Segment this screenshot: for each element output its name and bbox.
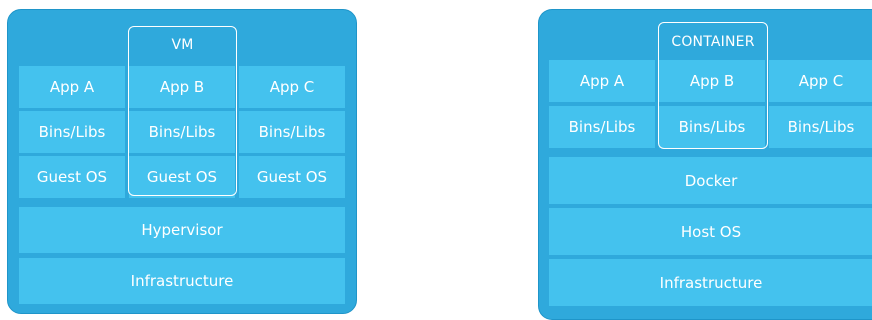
ct-infrastructure-layer: Infrastructure <box>549 259 872 306</box>
vm-hypervisor-layer: Hypervisor <box>19 207 345 253</box>
vm-libs-a: Bins/Libs <box>19 111 125 153</box>
ct-app-a: App A <box>549 60 655 102</box>
container-architecture-panel: App A App B App C Bins/Libs Bins/Libs Bi… <box>538 9 872 320</box>
container-highlight-label: CONTAINER <box>671 34 755 50</box>
ct-libs-a: Bins/Libs <box>549 106 655 148</box>
ct-app-c: App C <box>769 60 872 102</box>
vm-guest-os-a: Guest OS <box>19 156 125 198</box>
vm-guest-os-c: Guest OS <box>239 156 345 198</box>
vm-app-c: App C <box>239 66 345 108</box>
vm-libs-c: Bins/Libs <box>239 111 345 153</box>
ct-libs-c: Bins/Libs <box>769 106 872 148</box>
vm-highlight-label: VM <box>171 37 194 53</box>
vm-app-a: App A <box>19 66 125 108</box>
ct-host-os-layer: Host OS <box>549 208 872 255</box>
vm-architecture-panel: App A App B App C Bins/Libs Bins/Libs Bi… <box>7 9 357 314</box>
vm-infrastructure-layer: Infrastructure <box>19 258 345 304</box>
ct-docker-layer: Docker <box>549 157 872 204</box>
